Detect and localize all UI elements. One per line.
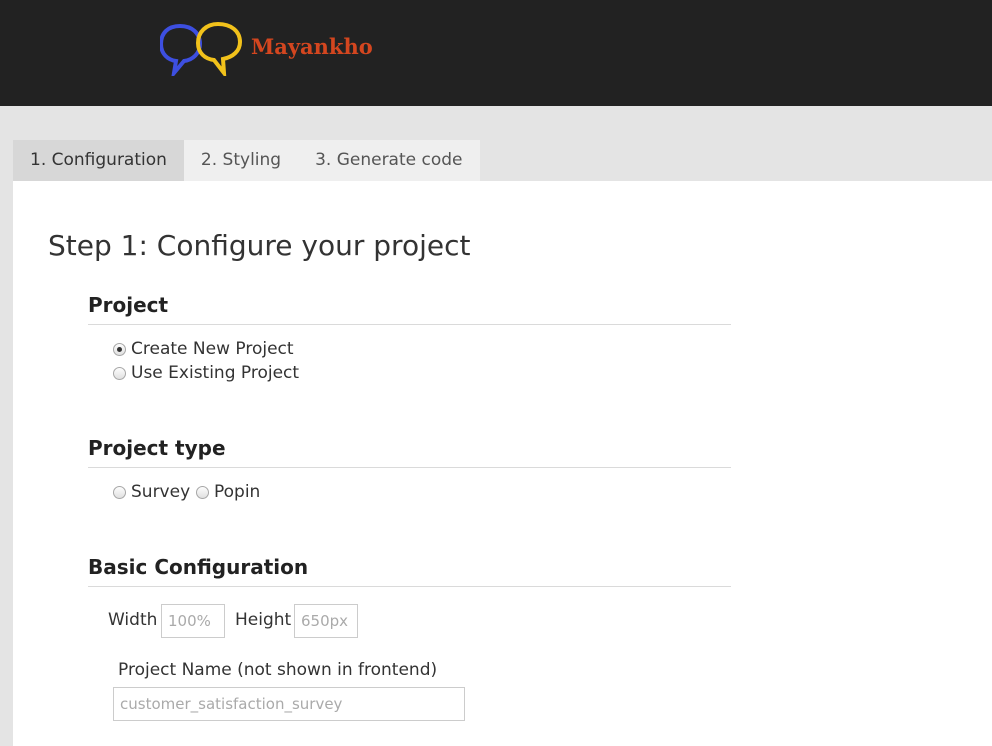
popin-radio[interactable] (196, 485, 209, 499)
tab-styling[interactable]: 2. Styling (183, 140, 299, 181)
survey-label: Survey (131, 482, 191, 502)
app-header: Mayankho (0, 0, 992, 106)
page-title: Step 1: Configure your project (48, 229, 471, 262)
project-name-label: Project Name (not shown in frontend) (118, 660, 438, 680)
create-new-project-option[interactable]: Create New Project (113, 339, 294, 359)
tab-configuration[interactable]: 1. Configuration (13, 140, 184, 181)
survey-radio[interactable] (113, 485, 126, 499)
create-new-project-radio[interactable] (113, 342, 126, 356)
tab-generate-code[interactable]: 3. Generate code (298, 140, 480, 181)
speech-bubbles-logo-icon (160, 22, 243, 76)
section-title-basic-configuration: Basic Configuration (88, 555, 731, 587)
step-tabs: 1. Configuration 2. Styling 3. Generate … (13, 140, 480, 181)
survey-option[interactable]: Survey (113, 482, 190, 502)
width-input[interactable]: 100% (161, 604, 225, 638)
project-name-input[interactable]: customer_satisfaction_survey (113, 687, 465, 721)
height-input[interactable]: 650px (294, 604, 358, 638)
popin-label: Popin (214, 482, 261, 502)
configuration-panel: Step 1: Configure your project Project C… (13, 181, 992, 746)
section-title-project: Project (88, 293, 731, 325)
popin-option[interactable]: Popin (196, 482, 260, 502)
use-existing-project-radio[interactable] (113, 366, 126, 380)
use-existing-project-label: Use Existing Project (131, 363, 300, 383)
use-existing-project-option[interactable]: Use Existing Project (113, 363, 299, 383)
brand-name: Mayankho (251, 34, 373, 59)
height-label: Height (235, 610, 292, 630)
section-title-project-type: Project type (88, 436, 731, 468)
create-new-project-label: Create New Project (131, 339, 294, 359)
width-label: Width (108, 610, 158, 630)
